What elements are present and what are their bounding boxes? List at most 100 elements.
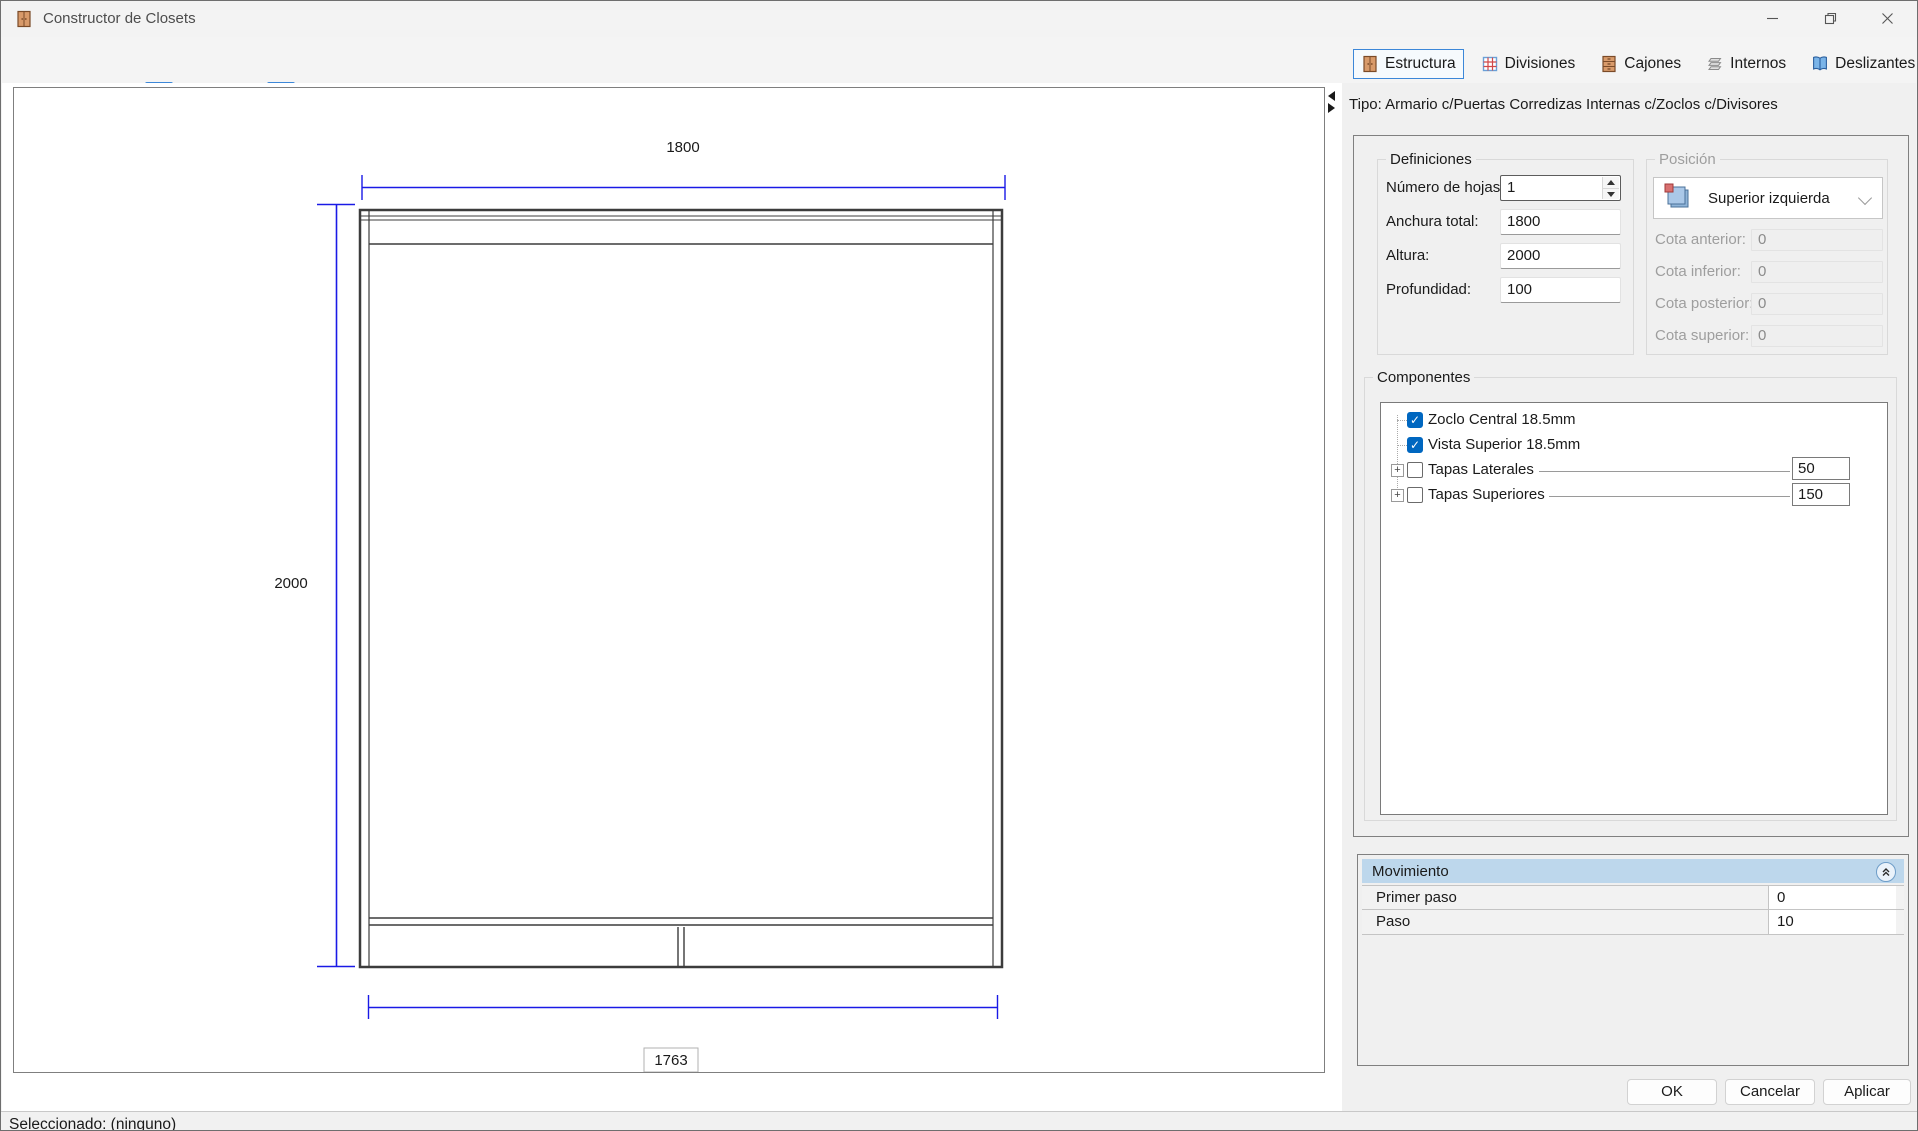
movimiento-header[interactable]: Movimiento [1362,859,1904,883]
app-window: Constructor de Closets [0,0,1918,1131]
cota-inferior-input: 0 [1751,261,1883,283]
expand-plus-icon[interactable]: + [1391,489,1404,502]
ok-button[interactable]: OK [1627,1079,1717,1105]
movimiento-panel: Movimiento Primer paso 0 Paso 10 [1357,854,1909,1066]
window-title: Constructor de Closets [43,1,196,37]
movimiento-row: Paso 10 [1362,909,1904,935]
closet-bottom-deck [369,918,993,925]
tab-estructura[interactable]: Estructura [1353,49,1464,79]
app-icon [15,10,33,28]
close-button[interactable] [1864,1,1910,36]
cota-superior-input: 0 [1751,325,1883,347]
minimize-button[interactable] [1749,1,1795,36]
tab-label: Deslizantes [1835,55,1915,73]
status-bar: Seleccionado: (ninguno) [1,1111,1917,1131]
tab-label: Divisiones [1505,55,1576,73]
restore-button[interactable] [1807,1,1853,36]
tree-item-vista-superior[interactable]: ✓ Vista Superior 18.5mm [1381,433,1887,458]
dim-width-bottom-label: 1763 [654,1052,687,1069]
cota-superior-label: Cota superior: [1655,325,1749,347]
tab-deslizantes[interactable]: Deslizantes [1803,49,1918,79]
chevron-up-double-icon [1880,866,1892,878]
anchura-total-label: Anchura total: [1386,209,1479,235]
position-corner-icon [1662,182,1694,214]
cota-posterior-input: 0 [1751,293,1883,315]
selection-status: Seleccionado: (ninguno) [9,1116,176,1131]
title-bar: Constructor de Closets [1,1,1917,37]
primer-paso-value-input[interactable]: 0 [1768,886,1896,910]
componentes-tree: ✓ Zoclo Central 18.5mm ✓ Vista Superior … [1380,402,1888,815]
paso-value-input[interactable]: 10 [1768,910,1896,934]
closet-top-strip [361,216,1001,220]
spin-up-button[interactable] [1602,177,1619,188]
altura-input[interactable]: 2000 [1500,243,1621,269]
posicion-dropdown[interactable]: Superior izquierda [1653,177,1883,219]
checkbox-unchecked[interactable] [1407,487,1423,503]
numero-de-hojas-input[interactable]: 1 [1500,175,1621,201]
tab-divisiones[interactable]: Divisiones [1473,49,1584,79]
dim-width-top-label: 1800 [666,139,699,156]
spin-down-button[interactable] [1602,188,1619,199]
definiciones-group: Definiciones Número de hojas: 1 Anchura … [1377,159,1634,355]
profundidad-input[interactable]: 100 [1500,277,1621,303]
closet-type-label: Tipo: Armario c/Puertas Corredizas Inter… [1349,96,1778,113]
splitter-collapse-left-icon[interactable] [1328,91,1335,101]
cota-anterior-input: 0 [1751,229,1883,251]
zoclo-central-divider [678,927,684,966]
checkbox-unchecked[interactable] [1407,462,1423,478]
numero-de-hojas-label: Número de hojas: [1386,175,1504,201]
tab-label: Internos [1730,55,1786,73]
tab-internos[interactable]: Internos [1698,49,1794,79]
closet-drawing: 1800 2000 1763 [14,88,1324,1072]
dim-height-left-label: 2000 [274,575,307,592]
closet-side-panels [369,211,993,966]
leader-line [1539,471,1790,472]
close-icon [1881,12,1894,25]
sliding-doors-icon [1811,55,1829,73]
closet-outline [360,210,1002,967]
posicion-group: Posición Superior izquierda Cota anterio… [1646,159,1888,355]
checkbox-checked[interactable]: ✓ [1407,412,1423,428]
tab-label: Cajones [1624,55,1681,73]
restore-icon [1824,12,1837,25]
cancel-button[interactable]: Cancelar [1725,1079,1815,1105]
expand-plus-icon[interactable]: + [1391,464,1404,477]
triangle-down-icon [1607,192,1615,197]
splitter-expand-right-icon[interactable] [1328,103,1335,113]
profundidad-label: Profundidad: [1386,277,1471,303]
apply-button[interactable]: Aplicar [1823,1079,1911,1105]
tree-item-zoclo-central[interactable]: ✓ Zoclo Central 18.5mm [1381,408,1887,433]
primer-paso-label: Primer paso [1376,886,1457,909]
tapas-superiores-value-input[interactable]: 150 [1792,483,1850,506]
triangle-up-icon [1607,180,1615,185]
tab-cajones[interactable]: Cajones [1592,49,1689,79]
tapas-laterales-value-input[interactable]: 50 [1792,457,1850,480]
paso-label: Paso [1376,910,1410,933]
cota-inferior-label: Cota inferior: [1655,261,1741,283]
shelves-icon [1706,55,1724,73]
posicion-title: Posición [1655,151,1720,168]
tab-label: Estructura [1385,55,1456,73]
mode-tabs: Estructura Divisiones Cajones Internos D… [1353,49,1918,79]
altura-label: Altura: [1386,243,1429,269]
collapse-button[interactable] [1876,862,1896,882]
definiciones-title: Definiciones [1386,151,1476,168]
componentes-group: Componentes ✓ Zoclo Central 18.5mm ✓ Vis… [1364,377,1897,821]
minimize-icon [1766,12,1779,25]
properties-panel: Definiciones Número de hojas: 1 Anchura … [1353,135,1909,837]
drawer-icon [1600,55,1618,73]
posicion-selected-option: Superior izquierda [1708,190,1830,207]
dim-width-bottom-box[interactable]: 1763 [644,1048,698,1072]
cota-posterior-label: Cota posterior: [1655,293,1753,315]
checkbox-checked[interactable]: ✓ [1407,437,1423,453]
componentes-title: Componentes [1373,369,1474,386]
grid-frame-icon [1481,55,1499,73]
chevron-down-icon [1858,191,1872,205]
door-icon [1361,55,1379,73]
leader-line [1549,496,1790,497]
cota-anterior-label: Cota anterior: [1655,229,1746,251]
drawing-canvas[interactable]: 1800 2000 1763 [13,87,1325,1073]
movimiento-title: Movimiento [1372,863,1449,880]
movimiento-row: Primer paso 0 [1362,885,1904,910]
anchura-total-input[interactable]: 1800 [1500,209,1621,235]
